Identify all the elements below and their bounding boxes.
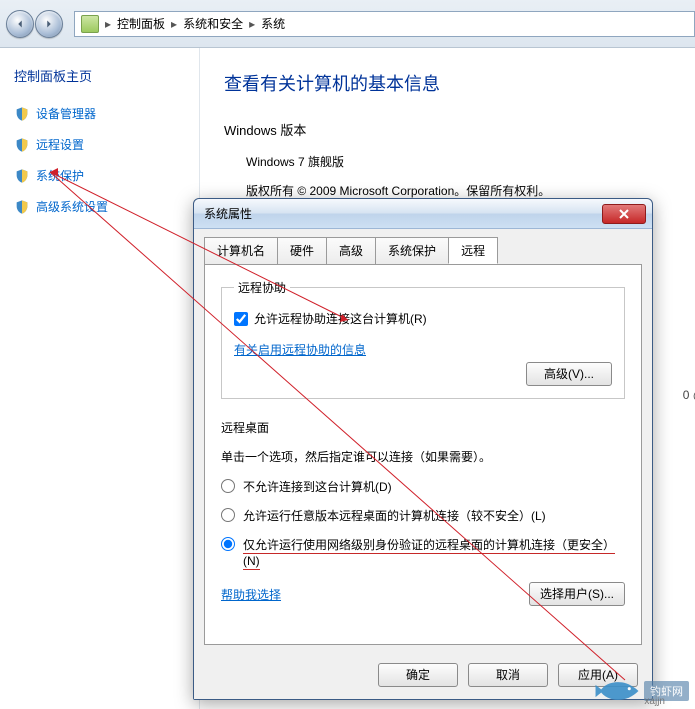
explorer-navbar: ▸ 控制面板 ▸ 系统和安全 ▸ 系统 <box>0 0 695 48</box>
sidebar-heading[interactable]: 控制面板主页 <box>14 66 185 85</box>
tab-remote[interactable]: 远程 <box>448 237 498 264</box>
dialog-tabs: 计算机名 硬件 高级 系统保护 远程 <box>194 229 652 264</box>
sidebar-item-remote-settings[interactable]: 远程设置 <box>14 136 185 153</box>
page-title: 查看有关计算机的基本信息 <box>224 70 671 96</box>
allow-remote-assist-label: 允许远程协助连接这台计算机(R) <box>254 310 427 327</box>
dialog-button-row: 确定 取消 应用(A) <box>194 655 652 699</box>
close-icon <box>618 208 630 220</box>
radio-allow-nla-label: 仅允许运行使用网络级别身份验证的远程桌面的计算机连接（更安全）(N) <box>243 537 625 571</box>
chevron-right-icon: ▸ <box>105 17 111 31</box>
tab-remote-panel: 远程协助 允许远程协助连接这台计算机(R) 有关启用远程协助的信息 高级(V).… <box>204 264 642 645</box>
sidebar-item-device-manager[interactable]: 设备管理器 <box>14 105 185 122</box>
shield-icon <box>14 106 30 122</box>
crumb-system[interactable]: 系统 <box>261 15 285 32</box>
edition-value: Windows 7 旗舰版 <box>246 153 671 170</box>
sidebar-item-system-protection[interactable]: 系统保护 <box>14 167 185 184</box>
radio-allow-any[interactable] <box>221 508 235 522</box>
sidebar-item-label: 系统保护 <box>36 167 84 184</box>
remote-assist-info-link[interactable]: 有关启用远程协助的信息 <box>234 341 612 358</box>
watermark-url: xajjn <box>644 696 665 707</box>
sidebar-item-label: 高级系统设置 <box>36 198 108 215</box>
ok-button[interactable]: 确定 <box>378 663 458 687</box>
allow-remote-assist-checkbox[interactable] <box>234 312 248 326</box>
close-button[interactable] <box>602 204 646 224</box>
chevron-right-icon: ▸ <box>171 17 177 31</box>
shield-icon <box>14 199 30 215</box>
remote-desktop-desc: 单击一个选项，然后指定谁可以连接（如果需要）。 <box>221 448 625 465</box>
cancel-button[interactable]: 取消 <box>468 663 548 687</box>
arrow-left-icon <box>13 17 27 31</box>
fish-icon <box>594 677 640 705</box>
tab-hardware[interactable]: 硬件 <box>277 237 327 264</box>
select-users-button[interactable]: 选择用户(S)... <box>529 582 625 606</box>
breadcrumb[interactable]: ▸ 控制面板 ▸ 系统和安全 ▸ 系统 <box>74 11 695 37</box>
radio-allow-nla[interactable] <box>221 537 235 551</box>
radio-dont-allow[interactable] <box>221 479 235 493</box>
remote-assistance-group: 远程协助 允许远程协助连接这台计算机(R) 有关启用远程协助的信息 高级(V).… <box>221 279 625 399</box>
sidebar-item-advanced-settings[interactable]: 高级系统设置 <box>14 198 185 215</box>
shield-icon <box>14 137 30 153</box>
sidebar: 控制面板主页 设备管理器 远程设置 系统保护 高级系统设置 <box>0 48 200 709</box>
tab-system-protection[interactable]: 系统保护 <box>375 237 449 264</box>
back-button[interactable] <box>6 10 34 38</box>
radio-allow-any-label: 允许运行任意版本远程桌面的计算机连接（较不安全）(L) <box>243 508 625 525</box>
dialog-title: 系统属性 <box>204 205 602 222</box>
system-properties-dialog: 系统属性 计算机名 硬件 高级 系统保护 远程 远程协助 允许远程协助连接这台计… <box>193 198 653 700</box>
sidebar-item-label: 设备管理器 <box>36 105 96 122</box>
remote-assistance-legend: 远程协助 <box>234 279 290 296</box>
dialog-titlebar[interactable]: 系统属性 <box>194 199 652 229</box>
sidebar-item-label: 远程设置 <box>36 136 84 153</box>
crumb-system-security[interactable]: 系统和安全 <box>183 15 243 32</box>
remote-desktop-group: 远程桌面 单击一个选项，然后指定谁可以连接（如果需要）。 不允许连接到这台计算机… <box>221 419 625 606</box>
section-windows-edition: Windows 版本 <box>224 120 671 139</box>
copyright-line: 版权所有 © 2009 Microsoft Corporation。保留所有权利… <box>246 182 671 199</box>
tab-advanced[interactable]: 高级 <box>326 237 376 264</box>
remote-assist-advanced-button[interactable]: 高级(V)... <box>526 362 612 386</box>
remote-desktop-legend: 远程桌面 <box>221 419 625 436</box>
arrow-right-icon <box>42 17 56 31</box>
forward-button[interactable] <box>35 10 63 38</box>
tab-computer-name[interactable]: 计算机名 <box>204 237 278 264</box>
truncated-text: 0 @ 2 <box>683 388 695 402</box>
control-panel-icon <box>81 15 99 33</box>
help-me-choose-link[interactable]: 帮助我选择 <box>221 586 281 603</box>
crumb-control-panel[interactable]: 控制面板 <box>117 15 165 32</box>
watermark: 钓虾网 <box>594 677 689 705</box>
chevron-right-icon: ▸ <box>249 17 255 31</box>
radio-dont-allow-label: 不允许连接到这台计算机(D) <box>243 479 625 496</box>
shield-icon <box>14 168 30 184</box>
